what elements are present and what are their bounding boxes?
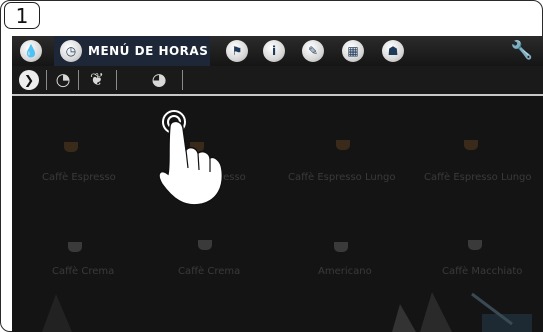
separator: [116, 70, 117, 90]
flag-icon[interactable]: ⚑: [226, 40, 248, 62]
timer-icon[interactable]: ◔: [52, 69, 74, 91]
pencil-icon[interactable]: ✎: [302, 40, 324, 62]
coffee-cup-icon: [336, 140, 350, 150]
separator: [78, 70, 79, 90]
calendar-icon[interactable]: ▦: [342, 40, 364, 62]
machine-display: 💧 ◷ MENÚ DE HORAS ⚑ i ✎ ▦ ☗ 🔧 ❯ ◔ ❦ ◕ Ca…: [12, 36, 543, 332]
separator: [46, 70, 47, 90]
glassware-decoration: [42, 292, 532, 332]
product-label[interactable]: Caffè Espresso: [42, 172, 116, 183]
coffee-cup-icon: [334, 242, 348, 252]
coffee-cup-icon: [468, 240, 482, 250]
product-label[interactable]: Caffè Crema: [52, 266, 114, 277]
info-icon[interactable]: i: [263, 40, 285, 62]
coffee-cup-icon: [464, 140, 478, 150]
product-label[interactable]: Americano: [318, 266, 372, 277]
wrench-icon[interactable]: 🔧: [493, 40, 533, 62]
water-drop-icon[interactable]: 💧: [20, 40, 42, 62]
tab-hour-menu[interactable]: ◷ MENÚ DE HORAS: [54, 36, 210, 68]
top-menu-bar: 💧 ◷ MENÚ DE HORAS ⚑ i ✎ ▦ ☗ 🔧: [12, 36, 543, 68]
sub-menu-bar: ❯ ◔ ❦ ◕: [12, 66, 543, 96]
leaf-icon[interactable]: ❦: [86, 69, 108, 91]
tab-hour-menu-label: MENÚ DE HORAS: [88, 44, 209, 58]
separator: [182, 70, 183, 90]
product-label[interactable]: Caffè Espresso Lungo: [288, 172, 396, 183]
coffee-cup-icon: [64, 142, 78, 152]
coffee-cup-icon: [68, 242, 82, 252]
step-number-badge: 1: [4, 2, 40, 29]
pointing-hand-icon: [158, 110, 224, 206]
person-icon[interactable]: ☗: [382, 40, 404, 62]
clock-icon: ◷: [60, 40, 82, 62]
play-icon[interactable]: ❯: [18, 69, 40, 91]
drop-timer-icon[interactable]: ◕: [148, 69, 170, 91]
product-label[interactable]: Caffè Crema: [178, 266, 240, 277]
product-label[interactable]: Caffè Espresso Lungo: [424, 172, 532, 183]
product-label[interactable]: Caffè Macchiato: [442, 266, 522, 277]
coffee-cup-icon: [198, 240, 212, 250]
